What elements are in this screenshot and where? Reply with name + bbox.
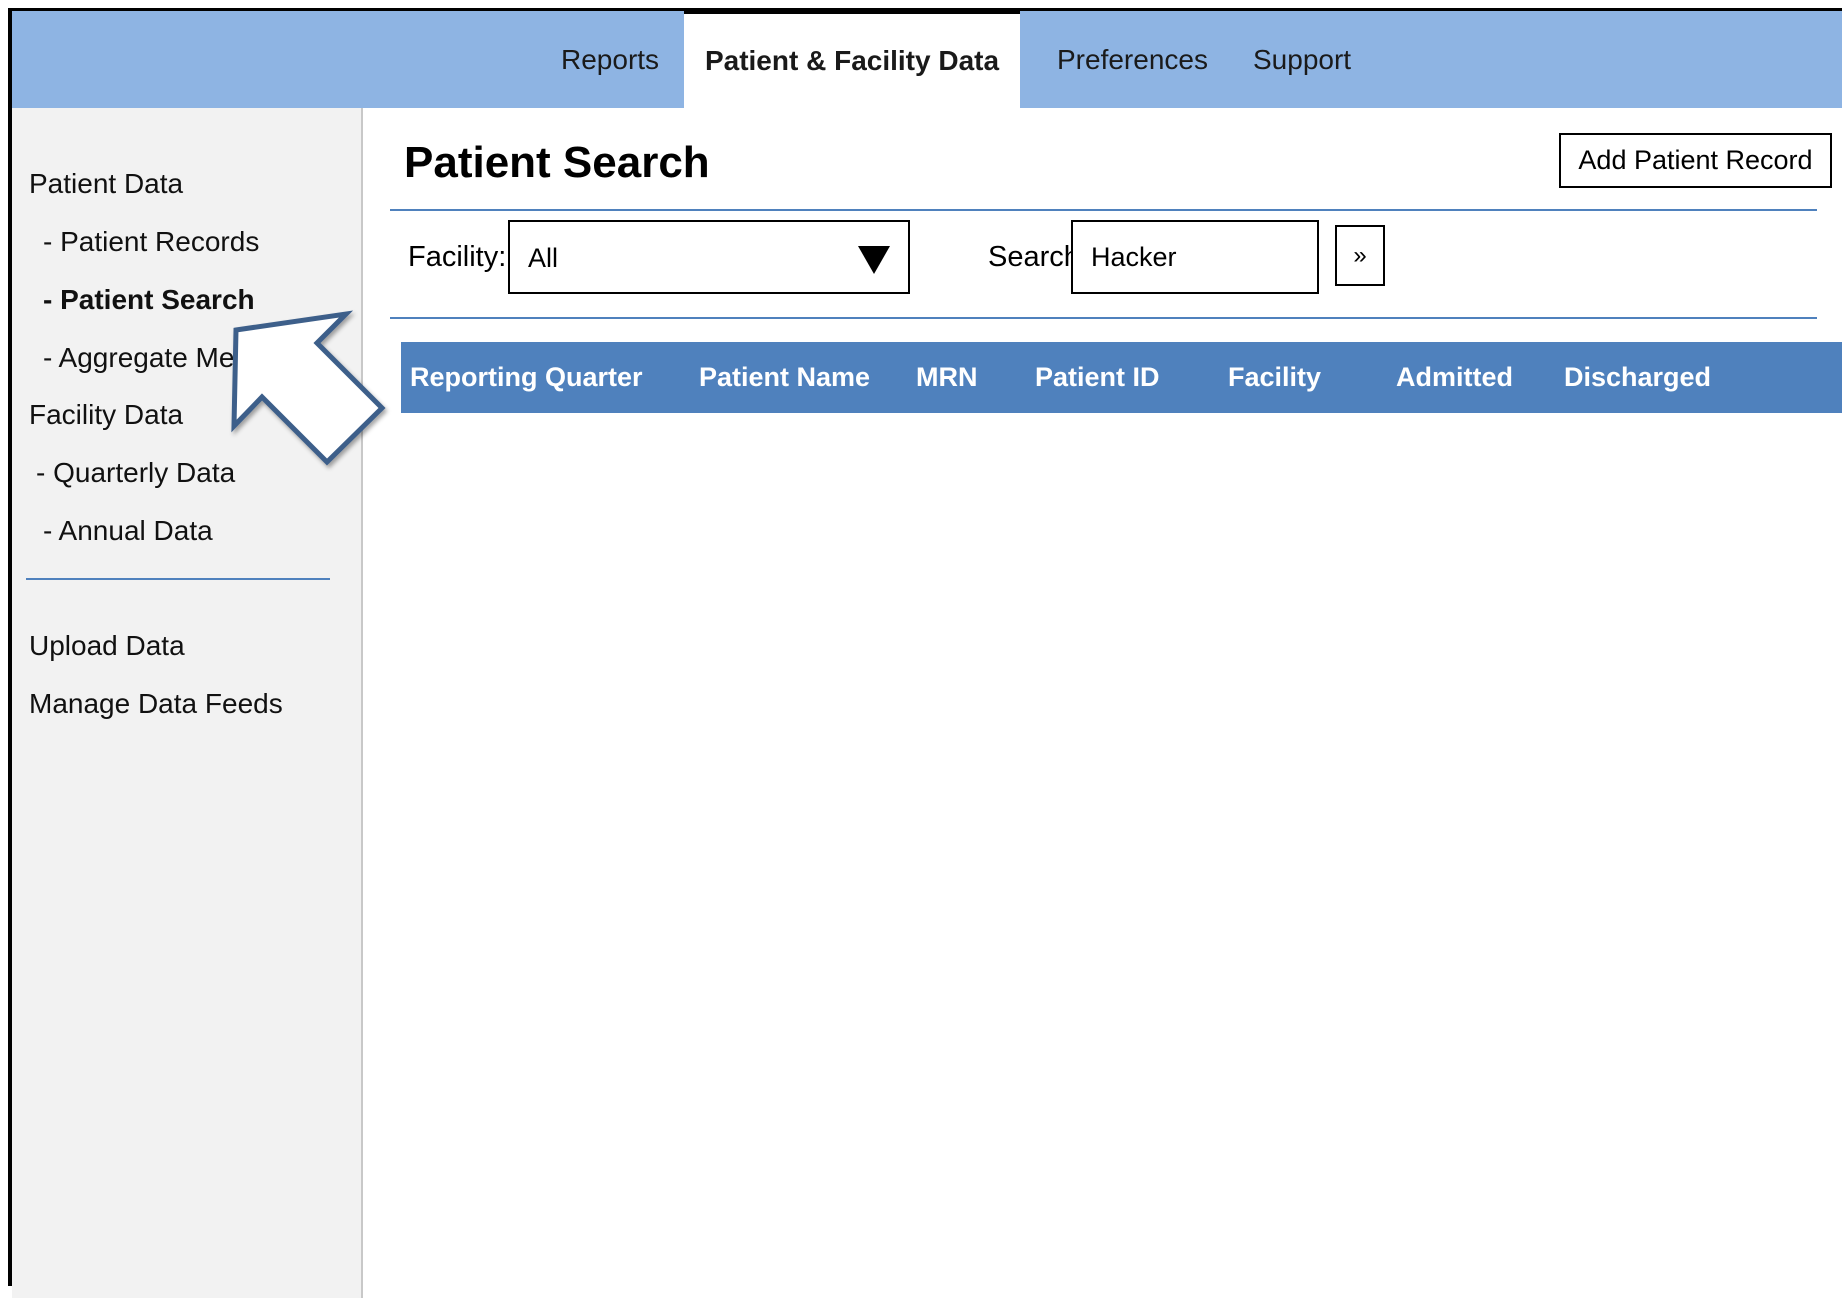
facility-label: Facility: xyxy=(408,241,507,273)
main-content: Patient Search Add Patient Record Facili… xyxy=(363,108,1842,1286)
column-header-patient-id[interactable]: Patient ID xyxy=(1035,342,1160,413)
tab-preferences[interactable]: Preferences xyxy=(1057,11,1208,108)
tab-patient-facility-data[interactable]: Patient & Facility Data xyxy=(684,11,1020,108)
sidebar-item-annual-data[interactable]: - Annual Data xyxy=(43,515,213,547)
facility-dropdown[interactable]: All xyxy=(508,220,910,294)
sidebar-item-patient-records[interactable]: - Patient Records xyxy=(43,226,259,258)
tab-support[interactable]: Support xyxy=(1253,11,1351,108)
sidebar-item-quarterly-data[interactable]: - Quarterly Data xyxy=(36,457,235,489)
results-table-header: Reporting Quarter Patient Name MRN Patie… xyxy=(401,342,1842,413)
column-header-mrn[interactable]: MRN xyxy=(916,342,978,413)
facility-selected-value: All xyxy=(528,243,559,273)
sidebar-item-upload-data[interactable]: Upload Data xyxy=(29,630,185,662)
page-title: Patient Search xyxy=(404,138,710,187)
chevron-down-icon xyxy=(858,246,890,274)
tab-reports[interactable]: Reports xyxy=(561,11,659,108)
search-go-button[interactable]: » xyxy=(1335,225,1385,286)
filter-divider xyxy=(390,317,1817,319)
column-header-reporting-quarter[interactable]: Reporting Quarter xyxy=(410,342,643,413)
sidebar-item-patient-data[interactable]: Patient Data xyxy=(29,168,183,200)
app-window: Reports Patient & Facility Data Preferen… xyxy=(8,8,1842,1298)
top-navigation-bar: Reports Patient & Facility Data Preferen… xyxy=(12,11,1842,108)
search-input[interactable] xyxy=(1071,220,1319,294)
sidebar-item-aggregate-measures[interactable]: - Aggregate Me xyxy=(43,342,234,374)
add-patient-record-button[interactable]: Add Patient Record xyxy=(1559,133,1832,188)
column-header-facility[interactable]: Facility xyxy=(1228,342,1321,413)
sidebar-item-facility-data[interactable]: Facility Data xyxy=(29,399,183,431)
title-divider xyxy=(390,209,1817,211)
column-header-patient-name[interactable]: Patient Name xyxy=(699,342,870,413)
sidebar-item-patient-search[interactable]: - Patient Search xyxy=(43,284,255,316)
sidebar-divider xyxy=(26,578,330,580)
sidebar-item-manage-data-feeds[interactable]: Manage Data Feeds xyxy=(29,688,283,720)
column-header-admitted[interactable]: Admitted xyxy=(1396,342,1513,413)
column-header-discharged[interactable]: Discharged xyxy=(1564,342,1711,413)
sidebar: Patient Data - Patient Records - Patient… xyxy=(12,108,363,1298)
